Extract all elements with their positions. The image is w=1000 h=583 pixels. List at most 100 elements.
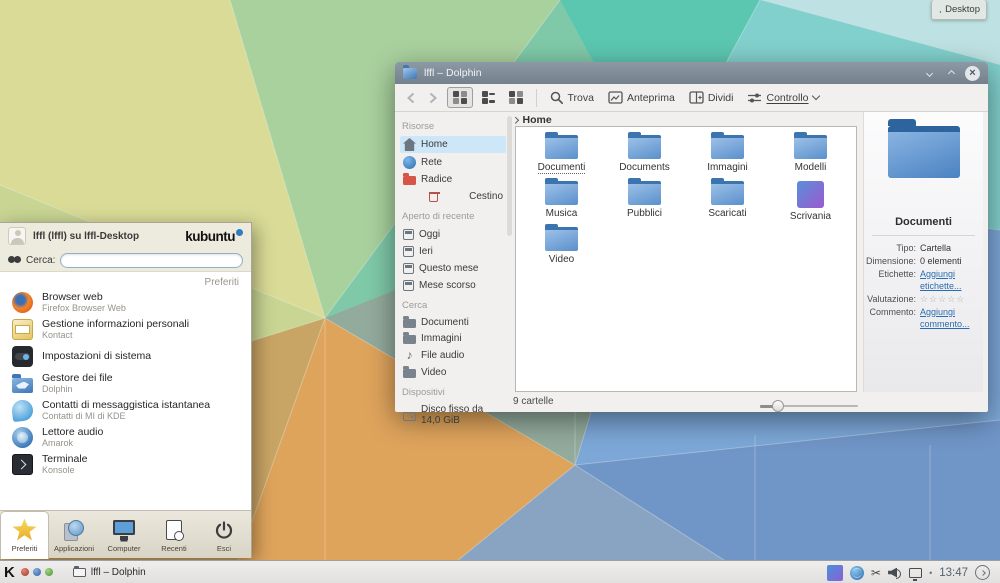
folder-view[interactable]: Documenti Documents Immagini Modelli Mus… [515,126,857,392]
folder-label: Documents [619,162,670,173]
app-item-konsole[interactable]: TerminaleKonsole [0,451,251,478]
folder-icon [73,568,86,577]
dolphin-window: lffl – Dolphin × Trova Anteprima Dividi … [395,62,988,412]
sidebar-item-documents[interactable]: Documenti [400,315,506,330]
info-row-size: Dimensione:0 elementi [864,255,979,267]
folder-item-immagini[interactable]: Immagini [686,135,769,181]
pager-dot-red[interactable] [21,568,29,576]
sidebar-item-today[interactable]: Oggi [400,226,506,242]
breadcrumb-label: Home [523,114,552,126]
info-value: 0 elementi [920,255,962,267]
home-icon [403,138,416,151]
titlebar[interactable]: lffl – Dolphin × [395,62,988,84]
sidebar-item-network[interactable]: Rete [400,154,506,171]
slider-handle[interactable] [772,400,784,412]
rating-stars[interactable]: ☆☆☆☆☆ [920,293,965,305]
app-item-kopete[interactable]: Contatti di messaggistica istantaneaCont… [0,397,251,424]
volume-icon[interactable] [888,567,902,579]
tab-computer[interactable]: Computer [99,511,149,559]
folder-item-scaricati[interactable]: Scaricati [686,181,769,227]
folder-label: Scrivania [790,211,831,222]
folder-item-scrivania[interactable]: Scrivania [769,181,852,227]
app-desc: Amarok [42,438,103,448]
compact-view-button[interactable] [477,88,501,108]
folder-item-modelli[interactable]: Modelli [769,135,852,181]
icons-view-button[interactable] [447,87,473,109]
sidebar-item-home[interactable]: Home [400,136,506,153]
taskbar-item-dolphin[interactable]: lffl – Dolphin [65,565,154,580]
preview-button[interactable]: Anteprima [603,88,680,107]
find-label: Trova [568,92,594,104]
app-desc: Konsole [42,465,88,475]
add-tags-link[interactable]: Aggiungi etichette... [920,268,979,292]
folder-item-documenti[interactable]: Documenti [520,135,603,181]
split-icon [689,91,704,104]
kde-menu-button[interactable]: K [4,564,15,581]
sidebar-item-label: Radice [421,174,452,185]
forward-button[interactable] [424,89,443,107]
desktop-toolbox-button[interactable]: Desktop [931,0,987,20]
split-button[interactable]: Dividi [684,88,739,107]
tab-applications[interactable]: Applicazioni [49,511,99,559]
folder-label: Documenti [538,162,586,174]
device-monitor-icon[interactable] [909,568,922,578]
network-icon [403,156,416,169]
search-input[interactable] [60,253,243,268]
minimize-button[interactable] [921,65,937,81]
folder-icon [545,227,578,251]
amarok-icon [12,427,33,448]
info-title: Documenti [864,216,983,228]
folder-item-documents[interactable]: Documents [603,135,686,181]
sidebar-item-images[interactable]: Immagini [400,331,506,346]
clipboard-scissors-icon[interactable]: ✂ [871,566,881,580]
maximize-button[interactable] [943,65,959,81]
star-icon [13,519,37,542]
app-item-kontact[interactable]: Gestione informazioni personaliKontact [0,316,251,343]
desktop-folder-icon [797,181,824,208]
details-view-button[interactable] [504,88,528,108]
sidebar-scrollbar[interactable] [507,116,512,236]
sidebar-item-root[interactable]: Radice [400,172,506,187]
pager-dot-green[interactable] [45,568,53,576]
control-button[interactable]: Controllo [742,89,823,107]
folder-icon [628,135,661,159]
find-button[interactable]: Trova [545,88,599,108]
sidebar-item-label: Documenti [421,317,469,328]
add-comment-link[interactable]: Aggiungi commento... [920,306,979,330]
sidebar-item-this-month[interactable]: Questo mese [400,260,506,276]
clock[interactable]: 13:47 [939,567,968,579]
close-button[interactable]: × [965,66,980,81]
app-item-amarok[interactable]: Lettore audioAmarok [0,424,251,451]
sidebar-item-trash[interactable]: Cestino [400,188,506,204]
app-item-browser[interactable]: Browser webFirefox Browser Web [0,289,251,316]
app-desc: Kontact [42,330,189,340]
user-avatar[interactable] [8,227,26,245]
tab-favorites[interactable]: Preferiti [0,511,49,559]
pager-dot-blue[interactable] [33,568,41,576]
folder-item-video[interactable]: Video [520,227,603,273]
tab-leave[interactable]: Esci [199,511,249,559]
breadcrumb[interactable]: Home [513,114,552,126]
favorites-list: Browser webFirefox Browser Web Gestione … [0,289,251,478]
folder-item-musica[interactable]: Musica [520,181,603,227]
folder-icon [794,135,827,159]
sidebar-item-video[interactable]: Video [400,365,506,380]
folder-label: Video [549,254,574,265]
app-item-settings[interactable]: Impostazioni di sistema [0,343,251,370]
network-tray-icon[interactable] [850,566,864,580]
sidebar-item-yesterday[interactable]: Ieri [400,243,506,259]
sidebar-item-audio[interactable]: ♪File audio [400,347,506,364]
app-item-dolphin[interactable]: Gestore dei fileDolphin [0,370,251,397]
wallpaper-tray-icon[interactable] [827,565,843,581]
info-label: Etichette: [864,268,920,292]
panel-expander-button[interactable] [975,565,990,580]
back-button[interactable] [401,89,420,107]
folder-label: Scaricati [708,208,746,219]
kontact-icon [12,319,33,340]
folder-icon [545,181,578,205]
folder-item-pubblici[interactable]: Pubblici [603,181,686,227]
chevron-right-icon [512,117,518,123]
sidebar-item-last-month[interactable]: Mese scorso [400,277,506,293]
zoom-slider[interactable] [760,400,858,412]
tab-recent[interactable]: Recenti [149,511,199,559]
